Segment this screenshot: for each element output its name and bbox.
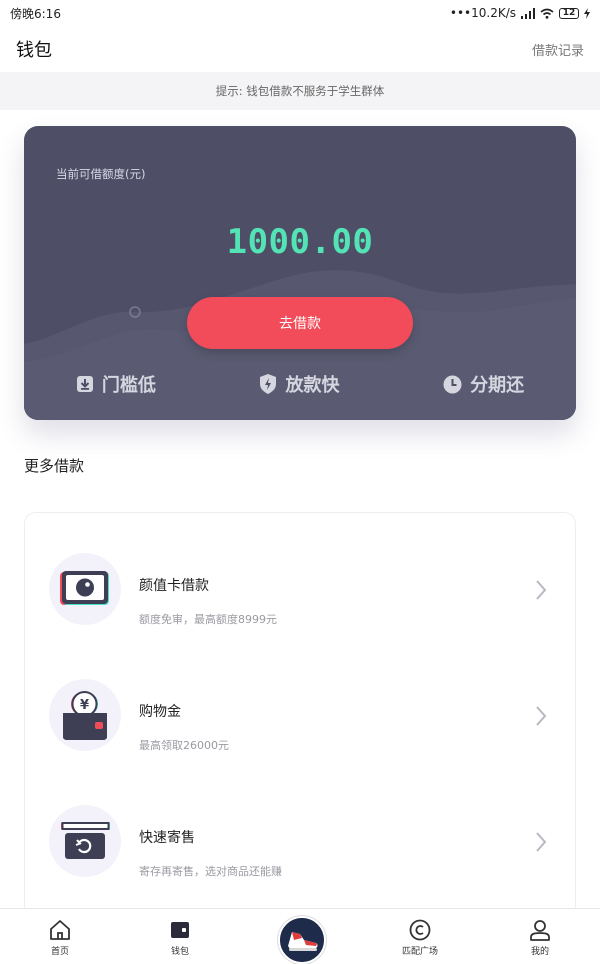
loan-item-shopping-gold[interactable]: ¥ 购物金 最高领取26000元: [25, 649, 575, 759]
feature-installments: 分期还: [443, 371, 524, 397]
feature-label: 分期还: [470, 375, 525, 396]
nav-label: 首页: [50, 947, 69, 957]
loan-list: 颜值卡借款 额度免审，最高额度8999元 ¥ 购物金 最高领取26000元 快速…: [24, 512, 576, 932]
wifi-icon: [540, 8, 554, 19]
feature-label: 门槛低: [101, 375, 156, 396]
user-icon: [530, 920, 550, 941]
svg-text:¥: ¥: [80, 698, 89, 713]
page-title: 钱包: [16, 40, 52, 61]
loan-name: 购物金: [139, 704, 181, 720]
loan-desc: 额度免审，最高额度8999元: [139, 613, 277, 626]
loan-name: 颜值卡借款: [139, 578, 209, 594]
borrow-button[interactable]: 去借款: [187, 297, 413, 349]
network-speed: •••10.2K/s: [449, 6, 516, 20]
battery-icon: 12: [559, 7, 579, 19]
download-box-icon: [76, 376, 93, 392]
face-card-icon: [49, 553, 121, 625]
chevron-right-icon: [536, 832, 547, 852]
notice-banner: 提示: 钱包借款不服务于学生群体: [0, 72, 600, 110]
nav-match-square[interactable]: 匹配广场: [380, 909, 460, 961]
nav-label: 匹配广场: [401, 947, 438, 957]
nav-home[interactable]: 首页: [20, 909, 100, 961]
feature-row: 门槛低 放款快 分期还: [24, 366, 576, 402]
charging-icon: [584, 7, 590, 19]
credit-card: 当前可借额度(元) 1000.00 去借款 门槛低 放款快 分期还: [24, 126, 576, 420]
clock-icon: [443, 375, 462, 393]
app-header: 钱包 借款记录: [0, 26, 600, 72]
sneaker-icon: [280, 918, 324, 962]
loan-name: 快速寄售: [139, 830, 195, 846]
status-bar: 傍晚6:16 •••10.2K/s 12: [0, 0, 600, 26]
credit-amount: 1000.00: [226, 222, 374, 262]
lightning-shield-icon: [260, 374, 277, 394]
smile-circle-icon: [409, 919, 431, 941]
signal-icon: [521, 7, 535, 19]
chevron-right-icon: [536, 580, 547, 600]
loan-item-quick-consign[interactable]: 快速寄售 寄存再寄售，选对商品还能赚: [25, 775, 575, 885]
nav-label: 钱包: [170, 947, 189, 957]
status-time: 傍晚6:16: [10, 6, 61, 21]
feature-low-threshold: 门槛低: [76, 371, 156, 397]
status-indicators: •••10.2K/s 12: [450, 6, 590, 20]
yen-wallet-icon: ¥: [49, 679, 121, 751]
loan-desc: 寄存再寄售，选对商品还能赚: [139, 865, 282, 878]
chevron-right-icon: [536, 706, 547, 726]
credit-label: 当前可借额度(元): [56, 167, 146, 181]
feature-label: 放款快: [285, 375, 340, 396]
consign-box-icon: [49, 805, 121, 877]
feature-fast-payout: 放款快: [259, 371, 339, 397]
loan-desc: 最高领取26000元: [139, 739, 229, 752]
home-icon: [50, 920, 70, 940]
center-sneaker-button[interactable]: [278, 916, 326, 964]
nav-label: 我的: [530, 947, 549, 957]
loan-records-link[interactable]: 借款记录: [532, 40, 584, 59]
wallet-icon: [171, 922, 189, 938]
nav-mine[interactable]: 我的: [500, 909, 580, 961]
section-title: 更多借款: [24, 457, 85, 475]
loan-item-face-card[interactable]: 颜值卡借款 额度免审，最高额度8999元: [25, 523, 575, 633]
nav-wallet[interactable]: 钱包: [140, 909, 220, 961]
